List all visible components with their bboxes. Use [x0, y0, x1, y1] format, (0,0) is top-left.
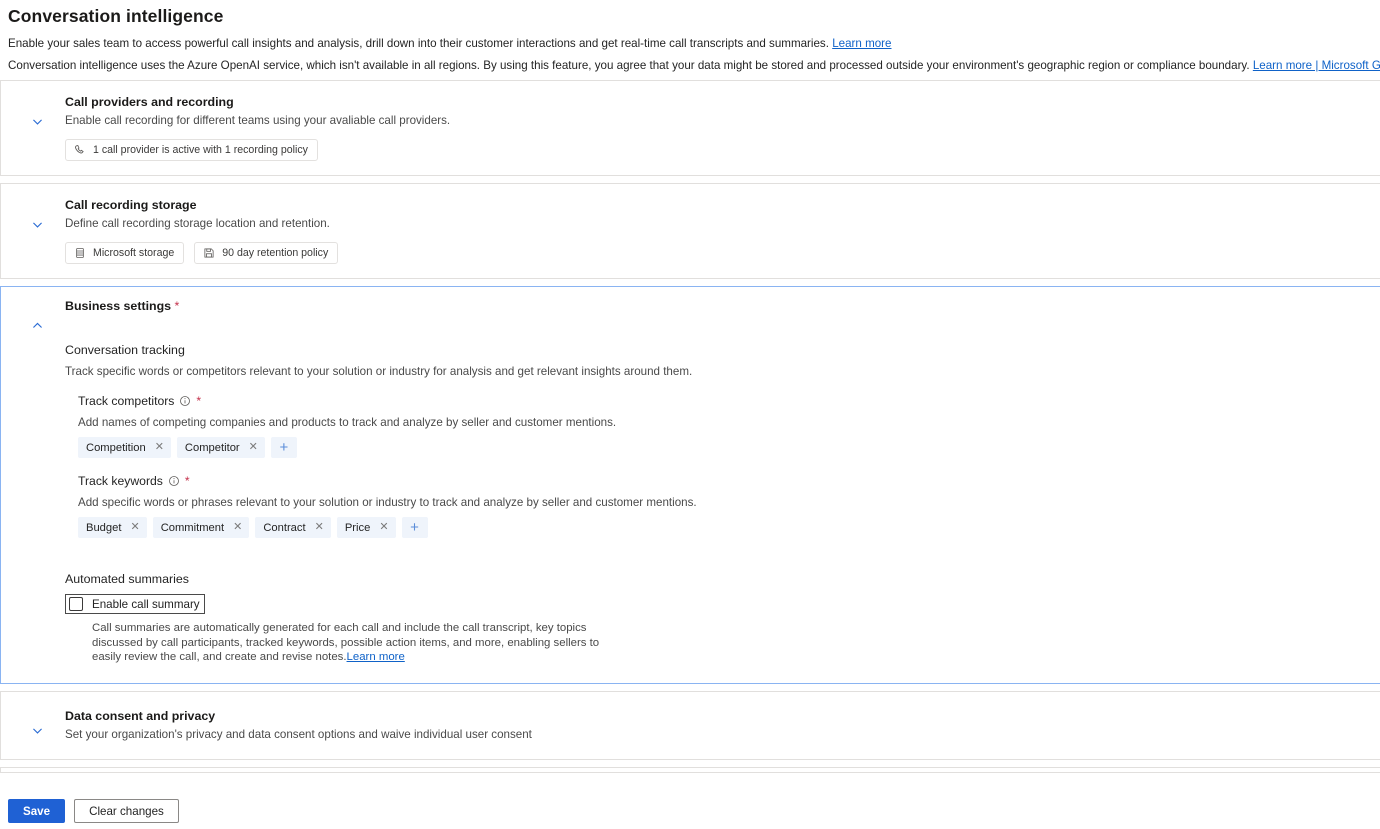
- chip-call-provider-status[interactable]: 1 call provider is active with 1 recordi…: [65, 139, 318, 161]
- chip-label: Microsoft storage: [93, 247, 175, 259]
- database-icon: [76, 248, 84, 258]
- card-business-settings[interactable]: Business settings * Conversation trackin…: [0, 286, 1380, 684]
- remove-tag-icon[interactable]: ✕: [379, 522, 388, 533]
- chip-retention-policy[interactable]: 90 day retention policy: [194, 242, 339, 264]
- track-competitors-description: Add names of competing companies and pro…: [78, 416, 617, 429]
- card-content: Data consent and privacy Set your organi…: [1, 692, 1380, 759]
- tag-item[interactable]: Price ✕: [336, 517, 396, 538]
- track-keywords-label: Track keywords *: [78, 474, 1380, 488]
- remove-tag-icon[interactable]: ✕: [233, 522, 242, 533]
- conversation-tracking-description: Track specific words or competitors rele…: [65, 365, 693, 378]
- tag-label: Competition: [86, 441, 146, 454]
- card-title: Call providers and recording: [65, 95, 234, 109]
- chevron-down-icon[interactable]: [27, 214, 47, 234]
- track-keywords-description: Add specific words or phrases relevant t…: [78, 496, 697, 509]
- tag-label: Competitor: [184, 441, 240, 454]
- info-icon[interactable]: [168, 475, 180, 487]
- description-1-text: Enable your sales team to access powerfu…: [8, 37, 829, 50]
- add-competitor-button[interactable]: +: [270, 437, 297, 458]
- enable-call-summary-checkbox[interactable]: Enable call summary: [65, 594, 205, 614]
- required-asterisk: *: [184, 474, 190, 488]
- tag-item[interactable]: Competition ✕: [78, 437, 171, 458]
- conversation-intelligence-page: Conversation intelligence Enable your sa…: [0, 0, 1380, 829]
- clear-changes-button[interactable]: Clear changes: [74, 799, 179, 823]
- card-content: Call providers and recording Enable call…: [1, 81, 1380, 175]
- chevron-down-icon[interactable]: [27, 721, 47, 741]
- track-competitors-tag-list: Competition ✕ Competitor ✕ +: [78, 437, 1380, 458]
- remove-tag-icon[interactable]: ✕: [155, 442, 164, 453]
- card-content: Call recording storage Define call recor…: [1, 184, 1380, 278]
- card-chip-row: Microsoft storage 90 day retention polic…: [65, 242, 1380, 264]
- settings-cards: Call providers and recording Enable call…: [0, 80, 1380, 773]
- business-settings-title-text: Business settings: [65, 299, 172, 313]
- chevron-down-icon[interactable]: [27, 111, 47, 131]
- automated-summaries-heading: Automated summaries: [65, 572, 189, 586]
- remove-tag-icon[interactable]: ✕: [249, 442, 258, 453]
- card-title: Data consent and privacy: [65, 708, 216, 723]
- checkbox-label: Enable call summary: [92, 597, 200, 611]
- business-settings-title: Business settings *: [65, 299, 1380, 313]
- card-bottom-divider: [0, 766, 1380, 773]
- tag-item[interactable]: Contract ✕: [255, 517, 331, 538]
- card-chip-row: 1 call provider is active with 1 recordi…: [65, 139, 1380, 161]
- card-data-consent-and-privacy[interactable]: Data consent and privacy Set your organi…: [0, 690, 1380, 760]
- card-subtitle: Set your organization's privacy and data…: [65, 727, 532, 741]
- chip-label: 1 call provider is active with 1 recordi…: [93, 144, 308, 156]
- chip-microsoft-storage[interactable]: Microsoft storage: [65, 242, 185, 264]
- tag-label: Budget: [86, 521, 122, 534]
- learn-more-link-1[interactable]: Learn more: [832, 37, 891, 50]
- add-keyword-button[interactable]: +: [401, 517, 428, 538]
- conversation-tracking-heading: Conversation tracking: [65, 343, 185, 357]
- tag-label: Price: [344, 521, 371, 534]
- track-competitors-label-text: Track competitors: [78, 394, 175, 408]
- generative-ai-terms-link[interactable]: Learn more | Microsoft Generative AI Ser…: [1253, 59, 1380, 72]
- chevron-up-icon[interactable]: [27, 315, 47, 335]
- page-title: Conversation intelligence: [8, 6, 224, 26]
- remove-tag-icon[interactable]: ✕: [130, 522, 139, 533]
- page-header: Conversation intelligence Enable your sa…: [0, 0, 1380, 73]
- remove-tag-icon[interactable]: ✕: [315, 522, 324, 533]
- field-track-keywords: Track keywords * Add specific words or p…: [65, 474, 1380, 538]
- tag-label: Commitment: [160, 521, 225, 534]
- info-icon[interactable]: [179, 395, 191, 407]
- tag-label: Contract: [263, 521, 306, 534]
- learn-more-link-summary[interactable]: Learn more: [347, 651, 405, 663]
- page-description-1: Enable your sales team to access powerfu…: [8, 36, 1380, 51]
- card-subtitle: Enable call recording for different team…: [65, 114, 451, 127]
- required-asterisk: *: [174, 299, 180, 313]
- card-call-providers-and-recording[interactable]: Call providers and recording Enable call…: [0, 80, 1380, 176]
- chip-label: 90 day retention policy: [222, 247, 329, 259]
- card-subtitle: Define call recording storage location a…: [65, 217, 330, 230]
- phone-icon: [75, 144, 84, 154]
- save-button[interactable]: Save: [8, 799, 66, 823]
- tag-item[interactable]: Competitor ✕: [176, 437, 265, 458]
- tag-item[interactable]: Commitment ✕: [152, 517, 250, 538]
- page-description-2: Conversation intelligence uses the Azure…: [8, 58, 1380, 73]
- card-call-recording-storage[interactable]: Call recording storage Define call recor…: [0, 183, 1380, 279]
- track-competitors-label: Track competitors *: [78, 394, 1380, 408]
- tag-item[interactable]: Budget ✕: [78, 517, 147, 538]
- business-settings-content: Business settings * Conversation trackin…: [1, 287, 1380, 683]
- save-icon: [204, 248, 214, 258]
- track-keywords-label-text: Track keywords: [78, 474, 163, 488]
- automated-summaries-description: Call summaries are automatically generat…: [92, 621, 612, 665]
- footer-actions: Save Clear changes: [8, 799, 179, 823]
- track-keywords-tag-list: Budget ✕ Commitment ✕ Contract ✕ Price ✕…: [78, 517, 1380, 538]
- checkbox-box-icon[interactable]: [69, 597, 83, 611]
- required-asterisk: *: [196, 394, 202, 408]
- field-track-competitors: Track competitors * Add names of competi…: [65, 394, 1380, 458]
- description-2-text: Conversation intelligence uses the Azure…: [8, 59, 1250, 72]
- card-title: Call recording storage: [65, 198, 197, 212]
